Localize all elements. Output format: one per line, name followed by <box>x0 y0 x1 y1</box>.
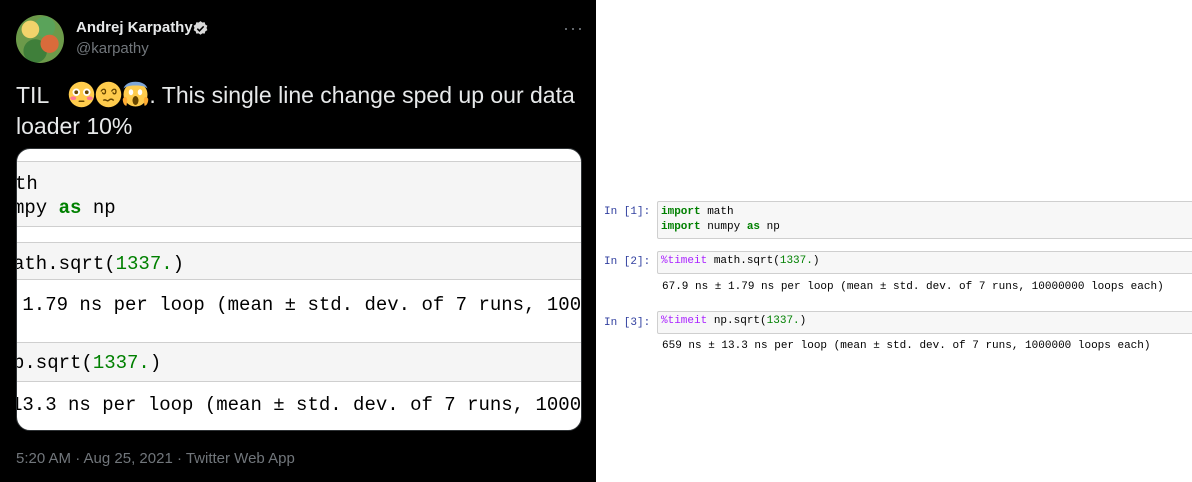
tweet-text-line1: . This single line change sped up our da… <box>149 82 575 108</box>
tweet-timestamp[interactable]: 5:20 AM · Aug 25, 2021 · Twitter Web App <box>16 450 295 467</box>
code-line: p.sqrt(1337.) <box>16 352 162 374</box>
dizzy-face-emoji-icon <box>96 81 122 108</box>
flushed-face-emoji-icon <box>69 81 95 108</box>
verified-badge-icon <box>193 21 208 35</box>
tweet-image[interactable]: th mpy as np ath.sqrt(1337.) 1.79 ns per… <box>16 148 582 431</box>
screaming-face-emoji-icon <box>123 81 149 107</box>
tweet-text: TIL . This single line change sped up ou… <box>16 80 586 142</box>
cell-prompt: In [3]: <box>604 317 651 329</box>
code-line: ath.sqrt(1337.) <box>16 253 185 275</box>
cell-output: 67.9 ns ± 1.79 ns per loop (mean ± std. … <box>662 281 1164 293</box>
tweet-panel: Andrej Karpathy @karpathy ··· TIL . This… <box>0 0 596 482</box>
avatar[interactable] <box>16 15 64 63</box>
cell-output: 659 ns ± 13.3 ns per loop (mean ± std. d… <box>662 340 1151 352</box>
tweet-text-prefix: TIL <box>16 82 50 108</box>
code-line: mpy as np <box>16 197 116 219</box>
code-line: import math <box>661 206 734 218</box>
more-options-icon[interactable]: ··· <box>563 18 584 39</box>
cell-output: 1.79 ns per loop (mean ± std. dev. of 7 … <box>16 294 582 316</box>
display-name[interactable]: Andrej Karpathy <box>76 19 193 36</box>
cell-prompt: In [2]: <box>604 256 651 268</box>
cell-prompt: In [1]: <box>604 206 651 218</box>
code-line: %timeit np.sqrt(1337.) <box>661 315 807 327</box>
handle[interactable]: @karpathy <box>76 40 149 57</box>
code-line: %timeit math.sqrt(1337.) <box>661 255 820 267</box>
notebook-panel: In [1]: import math import numpy as np I… <box>596 0 1192 482</box>
tweet-text-line2: loader 10% <box>16 113 133 139</box>
code-line: import numpy as np <box>661 221 780 233</box>
code-line: th <box>16 173 38 195</box>
cell-output: 13.3 ns per loop (mean ± std. dev. of 7 … <box>16 394 582 416</box>
